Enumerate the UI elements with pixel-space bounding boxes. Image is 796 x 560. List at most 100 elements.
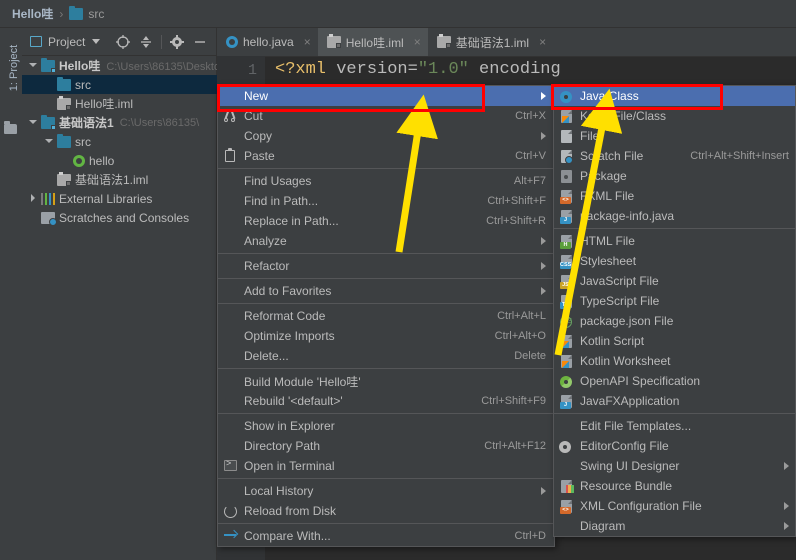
tree-row-label: src <box>75 134 91 149</box>
locate-icon[interactable] <box>115 34 131 50</box>
tree-row[interactable]: Scratches and Consoles <box>22 208 217 227</box>
submenu-item-shortcut: Ctrl+Alt+Shift+Insert <box>690 150 789 162</box>
submenu-item[interactable]: EditorConfig File <box>554 436 795 456</box>
context-menu-item-label: Add to Favorites <box>244 284 332 298</box>
close-icon[interactable]: × <box>539 35 546 49</box>
submenu-item[interactable]: CSS Stylesheet <box>554 251 795 271</box>
context-menu-item[interactable]: Compare With... Ctrl+D <box>218 526 554 546</box>
line-number: 1 <box>247 62 257 79</box>
tree-row[interactable]: 基础语法1.iml <box>22 170 217 189</box>
submenu-item[interactable]: TS TypeScript File <box>554 291 795 311</box>
gear-icon[interactable] <box>169 34 185 50</box>
submenu-item[interactable]: Swing UI Designer <box>554 456 795 476</box>
editor-tab[interactable]: hello.java × <box>217 28 318 56</box>
editor-tab[interactable]: 基础语法1.iml × <box>428 28 553 56</box>
menu-separator <box>218 303 554 304</box>
submenu-item[interactable]: File <box>554 126 795 146</box>
tree-row[interactable]: Hello哇.iml <box>22 94 217 113</box>
context-menu[interactable]: New Cut Ctrl+X Copy Paste Ctrl+V Find Usages Al… <box>217 85 555 547</box>
submenu-item-label: Edit File Templates... <box>580 419 692 433</box>
tree-row-label: Hello哇 <box>59 59 101 73</box>
context-menu-item[interactable]: Replace in Path... Ctrl+Shift+R <box>218 211 554 231</box>
context-menu-item[interactable]: Directory Path Ctrl+Alt+F12 <box>218 436 554 456</box>
context-menu-item[interactable]: Optimize Imports Ctrl+Alt+O <box>218 326 554 346</box>
context-menu-item[interactable]: Copy <box>218 126 554 146</box>
submenu-item[interactable]: Package <box>554 166 795 186</box>
submenu-arrow-icon <box>541 92 546 100</box>
submenu-item[interactable]: Diagram <box>554 516 795 536</box>
context-menu-item-label: Replace in Path... <box>244 214 339 228</box>
twist-spacer <box>44 79 55 90</box>
submenu-item[interactable]: J JavaFXApplication <box>554 391 795 411</box>
twist-icon-open[interactable] <box>44 136 55 147</box>
twist-icon-open[interactable] <box>28 60 39 71</box>
breadcrumb-project[interactable]: Hello哇 <box>12 5 53 22</box>
submenu-item[interactable]: JS package.json File <box>554 311 795 331</box>
tree-row[interactable]: 基础语法1 C:\Users\86135\ <box>22 113 217 132</box>
tree-row[interactable]: src <box>22 75 217 94</box>
submenu-item[interactable]: H HTML File <box>554 231 795 251</box>
submenu-item[interactable]: JS JavaScript File <box>554 271 795 291</box>
context-menu-item[interactable]: Build Module 'Hello哇' <box>218 371 554 391</box>
reload-icon <box>224 505 237 518</box>
submenu-item[interactable]: Edit File Templates... <box>554 416 795 436</box>
submenu-item[interactable]: Kotlin Script <box>554 331 795 351</box>
context-menu-item[interactable]: Cut Ctrl+X <box>218 106 554 126</box>
editor-tab[interactable]: Hello哇.iml × <box>317 28 428 56</box>
code-token-eq: = <box>407 60 418 79</box>
submenu-item[interactable]: OpenAPI Specification <box>554 371 795 391</box>
context-menu-item[interactable]: Reformat Code Ctrl+Alt+L <box>218 306 554 326</box>
context-menu-item[interactable]: Show in Explorer <box>218 416 554 436</box>
submenu-item[interactable]: <> XML Configuration File <box>554 496 795 516</box>
tree-row[interactable]: src <box>22 132 217 151</box>
context-menu-item[interactable]: Add to Favorites <box>218 281 554 301</box>
submenu-item[interactable]: Jpackage-info.java <box>554 206 795 226</box>
twist-icon-open[interactable] <box>28 117 39 128</box>
tree-row[interactable]: Hello哇 C:\Users\86135\Desktop\JavaSE\Hell… <box>22 56 217 75</box>
submenu-item[interactable]: <> FXML File <box>554 186 795 206</box>
java-file-icon: J <box>560 395 572 409</box>
project-tree[interactable]: Hello哇 C:\Users\86135\Desktop\JavaSE\Hell… <box>22 56 217 560</box>
tree-row[interactable]: External Libraries <box>22 189 217 208</box>
nodejs-icon: JS <box>560 315 572 328</box>
submenu-arrow-icon <box>784 522 789 530</box>
context-menu-item-shortcut: Ctrl+Alt+F12 <box>484 440 546 452</box>
chevron-down-icon[interactable] <box>92 39 101 44</box>
context-menu-item-label: Local History <box>244 484 314 498</box>
context-menu-item[interactable]: Delete... Delete <box>218 346 554 366</box>
menu-separator <box>218 413 554 414</box>
close-icon[interactable]: × <box>414 35 421 49</box>
context-menu-item[interactable]: Reload from Disk <box>218 501 554 521</box>
tool-window-tab-project[interactable]: 1: Project <box>8 40 20 96</box>
close-icon[interactable]: × <box>304 35 311 49</box>
submenu-item[interactable]: Kotlin File/Class <box>554 106 795 126</box>
twist-icon-closed[interactable] <box>28 193 39 204</box>
libraries-icon <box>41 192 55 205</box>
new-submenu[interactable]: Java Class Kotlin File/Class File Scratch F… <box>553 85 796 537</box>
submenu-arrow-icon <box>541 487 546 495</box>
context-menu-item[interactable]: New <box>218 86 554 106</box>
context-menu-item-shortcut: Alt+F7 <box>513 175 546 187</box>
context-menu-item[interactable]: Analyze <box>218 231 554 251</box>
context-menu-item[interactable]: Find in Path... Ctrl+Shift+F <box>218 191 554 211</box>
context-menu-item[interactable]: Refactor <box>218 256 554 276</box>
html-file-icon: H <box>560 235 572 249</box>
hide-icon[interactable] <box>192 34 208 50</box>
submenu-item[interactable]: Java Class <box>554 86 795 106</box>
paste-icon <box>225 148 235 162</box>
folder-icon <box>69 5 84 20</box>
twist-spacer <box>28 212 39 223</box>
context-menu-item[interactable]: Rebuild '<default>' Ctrl+Shift+F9 <box>218 391 554 411</box>
context-menu-item[interactable]: Find Usages Alt+F7 <box>218 171 554 191</box>
twist-spacer <box>44 98 55 109</box>
context-menu-item[interactable]: Open in Terminal <box>218 456 554 476</box>
submenu-item[interactable]: Kotlin Worksheet <box>554 351 795 371</box>
structure-icon[interactable] <box>4 121 17 134</box>
context-menu-item[interactable]: Paste Ctrl+V <box>218 146 554 166</box>
breadcrumb-folder[interactable]: src <box>88 7 104 21</box>
submenu-item[interactable]: Scratch File Ctrl+Alt+Shift+Insert <box>554 146 795 166</box>
collapse-all-icon[interactable] <box>138 34 154 50</box>
tree-row[interactable]: hello <box>22 151 217 170</box>
context-menu-item[interactable]: Local History <box>218 481 554 501</box>
submenu-item[interactable]: Resource Bundle <box>554 476 795 496</box>
